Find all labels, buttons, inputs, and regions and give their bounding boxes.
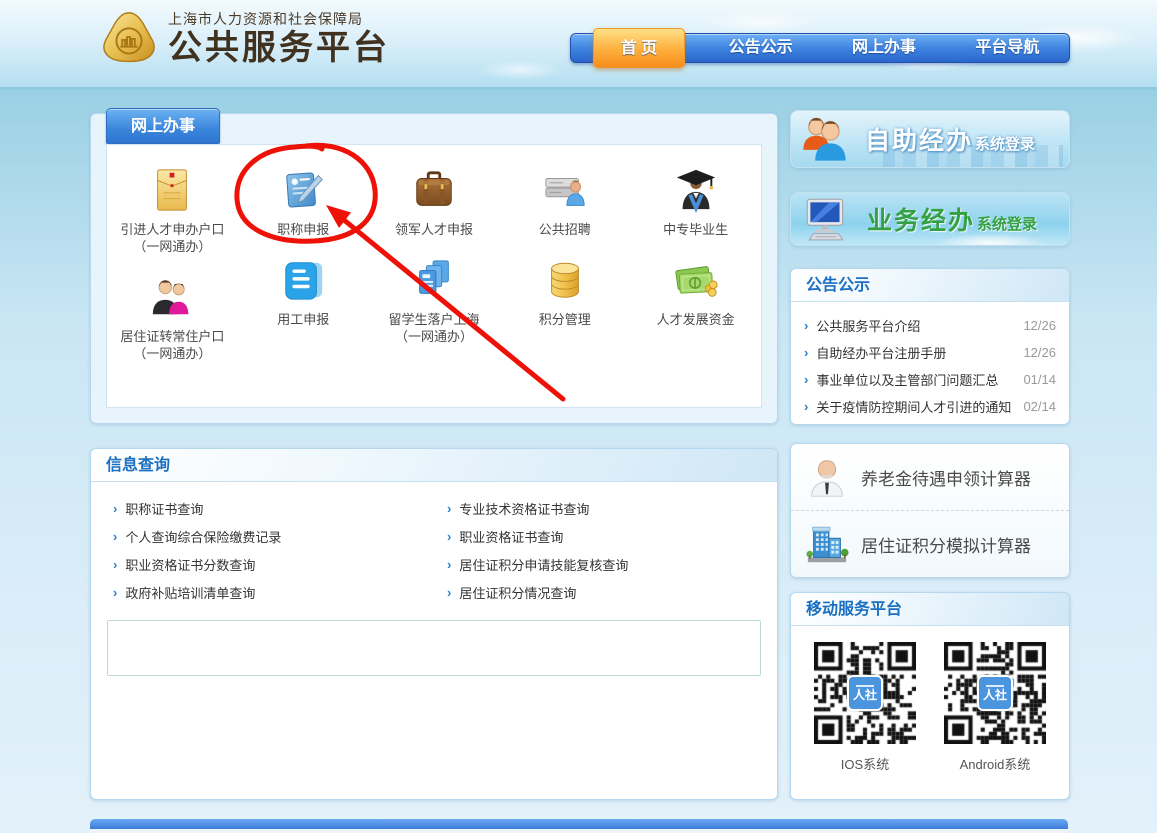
info-query-title: 信息查询 <box>91 449 777 482</box>
link-title-certificate-query[interactable]: ›职称证书查询 <box>91 494 434 522</box>
nav-tab-announcements[interactable]: 公告公示 <box>699 34 822 62</box>
chevron-right-icon: › <box>447 501 451 516</box>
notice-placeholder-box <box>107 620 761 676</box>
service-item-hukou-talent[interactable]: 引进人才申办户口 （一网通办） <box>120 161 224 255</box>
nav-tab-home[interactable]: 首 页 <box>593 28 685 68</box>
chevron-right-icon: › <box>113 557 117 572</box>
qr-ios[interactable]: 人社 IOS系统 <box>814 642 916 773</box>
chevron-right-icon: › <box>804 345 808 360</box>
monitor-icon <box>799 194 853 244</box>
announcements-panel: 公告公示 ›公共服务平台介绍12/26 ›自助经办平台注册手册12/26 ›事业… <box>790 268 1070 425</box>
building-icon <box>804 521 850 567</box>
gov-logo-icon <box>100 9 158 67</box>
chevron-right-icon: › <box>804 318 808 333</box>
info-query-panel: 信息查询 ›职称证书查询 ›个人查询综合保险缴费记录 ›职业资格证书分数查询 ›… <box>90 448 778 800</box>
main-nav: 首 页 公告公示 网上办事 平台导航 <box>570 33 1070 63</box>
site-header: 上海市人力资源和社会保障局 公共服务平台 首 页 公告公示 网上办事 平台导航 <box>0 0 1157 90</box>
link-vocational-cert-query[interactable]: ›职业资格证书查询 <box>434 522 777 550</box>
service-item-employment-declaration[interactable]: 用工申报 <box>277 251 329 328</box>
link-subsidized-training-list[interactable]: ›政府补贴培训清单查询 <box>91 578 434 606</box>
documents-icon <box>411 251 457 303</box>
briefcase-icon <box>411 161 457 213</box>
service-item-residence-permit[interactable]: 居住证转常住户口 （一网通办） <box>120 268 224 362</box>
elder-icon <box>804 454 850 500</box>
footer-light-strip <box>90 829 1068 833</box>
page: 上海市人力资源和社会保障局 公共服务平台 首 页 公告公示 网上办事 平台导航 … <box>0 0 1157 833</box>
chevron-right-icon: › <box>447 585 451 600</box>
service-item-overseas-students[interactable]: 留学生落户上海 （一网通办） <box>388 251 479 345</box>
announcement-item[interactable]: ›关于疫情防控期间人才引进的通知02/14 <box>791 393 1069 420</box>
renshe-logo: 人社 <box>847 675 883 711</box>
business-login-banner[interactable]: 业务经办系统登录 <box>790 192 1070 246</box>
online-services-panel: 网上办事 <box>90 113 778 424</box>
announcements-title: 公告公示 <box>791 269 1069 302</box>
renshe-logo: 人社 <box>977 675 1013 711</box>
banner-main-text: 业务经办 <box>867 207 975 235</box>
link-points-skill-review-query[interactable]: ›居住证积分申请技能复核查询 <box>434 550 777 578</box>
announcement-item[interactable]: ›自助经办平台注册手册12/26 <box>791 339 1069 366</box>
chevron-right-icon: › <box>447 557 451 572</box>
chevron-right-icon: › <box>804 399 808 414</box>
qr-android[interactable]: 人社 Android系统 <box>944 642 1046 773</box>
service-item-leading-talent[interactable]: 领军人才申报 <box>395 161 473 238</box>
service-item-secondary-graduates[interactable]: 中专毕业生 <box>663 161 728 238</box>
chevron-right-icon: › <box>447 529 451 544</box>
database-icon <box>542 251 588 303</box>
nav-tab-online-services[interactable]: 网上办事 <box>822 34 945 62</box>
clipboard-icon <box>280 251 326 303</box>
mobile-platform-title: 移动服务平台 <box>791 593 1069 626</box>
services-grid: 引进人才申办户口 （一网通办） <box>106 144 762 408</box>
banner-sub-text: 系统登录 <box>975 136 1035 153</box>
service-item-points-management[interactable]: 积分管理 <box>539 251 591 328</box>
chevron-right-icon: › <box>804 372 808 387</box>
services-panel-tab[interactable]: 网上办事 <box>106 108 220 144</box>
people-icon <box>149 268 195 320</box>
chevron-right-icon: › <box>113 529 117 544</box>
mobile-platform-panel: 移动服务平台 人社 IOS系统 人社 Android系统 <box>790 592 1070 800</box>
points-simulator-link[interactable]: 居住证积分模拟计算器 <box>791 511 1069 577</box>
service-item-talent-fund[interactable]: 人才发展资金 <box>657 251 735 328</box>
title-card-icon <box>280 161 326 213</box>
calculators-panel: 养老金待遇申领计算器 <box>790 443 1070 578</box>
link-professional-cert-query[interactable]: ›专业技术资格证书查询 <box>434 494 777 522</box>
footer-bar <box>90 819 1068 829</box>
chevron-right-icon: › <box>113 585 117 600</box>
banner-sub-text: 系统登录 <box>977 216 1037 233</box>
service-item-title-declaration[interactable]: 职称申报 <box>277 161 329 238</box>
brand: 上海市人力资源和社会保障局 公共服务平台 <box>100 9 390 67</box>
two-people-icon <box>799 113 851 165</box>
money-icon <box>673 251 719 303</box>
link-points-status-query[interactable]: ›居住证积分情况查询 <box>434 578 777 606</box>
envelope-icon <box>149 161 195 213</box>
pension-calculator-link[interactable]: 养老金待遇申领计算器 <box>791 444 1069 511</box>
self-service-login-banner[interactable]: 自助经办系统登录 <box>790 110 1070 168</box>
org-name: 上海市人力资源和社会保障局 <box>168 9 390 29</box>
link-insurance-payment-record[interactable]: ›个人查询综合保险缴费记录 <box>91 522 434 550</box>
banner-main-text: 自助经办 <box>865 127 973 155</box>
nav-tab-platform-guide[interactable]: 平台导航 <box>946 34 1069 62</box>
recruit-icon <box>542 161 588 213</box>
graduate-icon <box>673 161 719 213</box>
chevron-right-icon: › <box>113 501 117 516</box>
site-title: 公共服务平台 <box>168 29 390 67</box>
link-vocational-cert-score[interactable]: ›职业资格证书分数查询 <box>91 550 434 578</box>
service-item-public-recruitment[interactable]: 公共招聘 <box>539 161 591 238</box>
announcement-item[interactable]: ›公共服务平台介绍12/26 <box>791 312 1069 339</box>
announcement-item[interactable]: ›事业单位以及主管部门问题汇总01/14 <box>791 366 1069 393</box>
